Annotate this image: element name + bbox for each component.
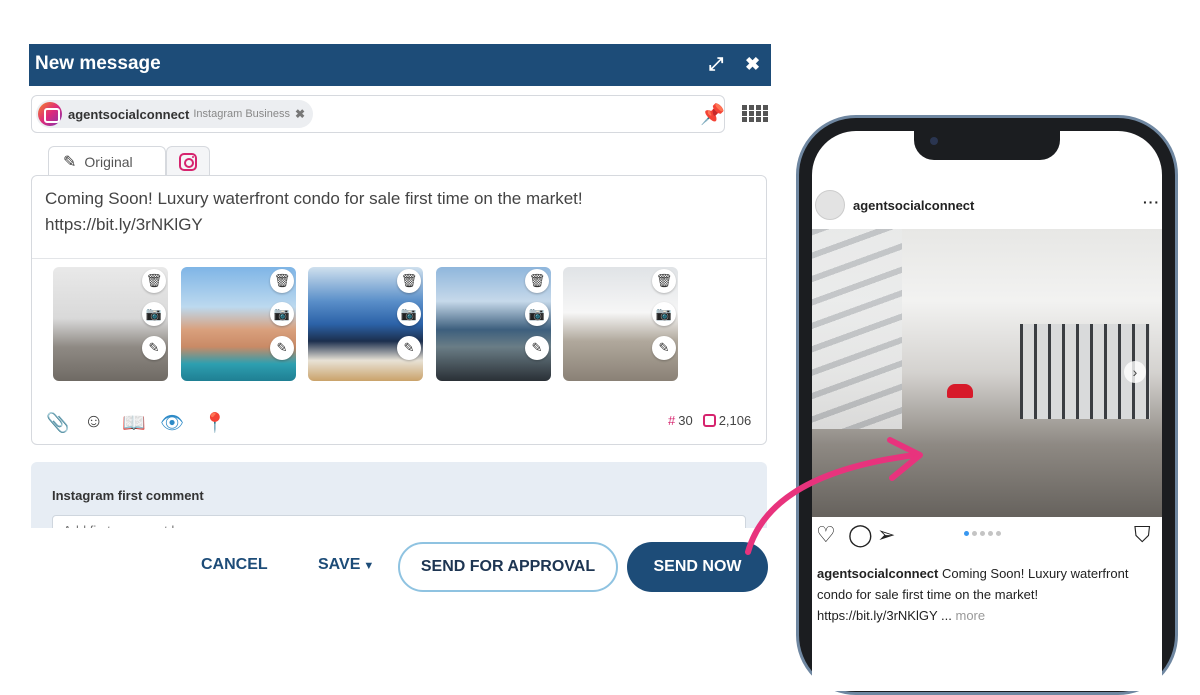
- send-for-approval-button[interactable]: SEND FOR APPROVAL: [398, 542, 618, 592]
- account-chip: agentsocialconnect Instagram Business ✖: [36, 100, 314, 128]
- camera-icon[interactable]: 📷: [142, 302, 166, 326]
- close-icon[interactable]: ✖: [745, 54, 760, 75]
- account-selector[interactable]: agentsocialconnect Instagram Business ✖ …: [31, 95, 725, 133]
- camera-icon[interactable]: 📷: [270, 302, 294, 326]
- edit-icon[interactable]: ✎: [652, 336, 676, 360]
- remove-account-icon[interactable]: ✖: [295, 107, 305, 121]
- delete-icon[interactable]: 🗑: [270, 269, 294, 293]
- delete-icon[interactable]: 🗑: [525, 269, 549, 293]
- edit-icon[interactable]: ✎: [270, 336, 294, 360]
- expand-icon[interactable]: ⤢: [709, 54, 723, 75]
- caption-more: more: [955, 608, 986, 623]
- tab-original[interactable]: ✎ Original: [48, 146, 166, 176]
- camera-icon[interactable]: 📷: [525, 302, 549, 326]
- delete-icon[interactable]: 🗑: [397, 269, 421, 293]
- first-comment-input[interactable]: [52, 515, 746, 528]
- pink-arrow: [745, 437, 923, 555]
- account-type: Instagram Business: [193, 108, 290, 120]
- edit-icon[interactable]: ✎: [142, 336, 166, 360]
- location-pin-icon[interactable]: 📍: [203, 411, 227, 435]
- delete-icon[interactable]: 🗑: [142, 269, 166, 293]
- pencil-icon: ✎: [63, 153, 77, 171]
- caret-down-icon: ▼: [363, 560, 375, 572]
- instagram-icon: [702, 414, 716, 427]
- instagram-icon: [179, 152, 197, 171]
- window-title: New message: [35, 53, 161, 74]
- save-button[interactable]: SAVE ▼: [318, 556, 374, 574]
- carousel-dot: [972, 531, 977, 536]
- phone-camera: [930, 137, 938, 145]
- paperclip-icon[interactable]: 📎: [46, 411, 70, 435]
- delete-icon[interactable]: 🗑: [652, 269, 676, 293]
- book-icon[interactable]: 📖: [122, 411, 146, 435]
- tab-original-label: Original: [84, 153, 133, 170]
- save-label: SAVE: [318, 556, 361, 573]
- cancel-button[interactable]: CANCEL: [201, 556, 268, 574]
- post-stats: # 30 2,106: [668, 413, 751, 428]
- account-name: agentsocialconnect: [68, 106, 190, 122]
- carousel-dot: [964, 531, 969, 536]
- camera-icon[interactable]: 📷: [397, 302, 421, 326]
- character-count: 2,106: [718, 413, 752, 428]
- edit-icon[interactable]: ✎: [397, 336, 421, 360]
- editor-divider: [32, 258, 766, 259]
- hashtag-count: 30: [678, 413, 693, 428]
- preview-username: agentsocialconnect: [853, 198, 975, 213]
- carousel-dot: [988, 531, 993, 536]
- smiley-icon[interactable]: ☺: [84, 411, 103, 433]
- composer-titlebar: New message ⤢ ✖: [29, 44, 771, 86]
- preview-caption: agentsocialconnect Coming Soon! Luxury w…: [817, 563, 1157, 626]
- first-comment-panel: Instagram first comment: [31, 462, 767, 528]
- grid-menu-icon[interactable]: [742, 105, 768, 123]
- message-text[interactable]: Coming Soon! Luxury waterfront condo for…: [45, 186, 605, 238]
- carousel-indicator: [964, 531, 1001, 536]
- tab-instagram[interactable]: [166, 146, 210, 176]
- staircase: [812, 229, 902, 429]
- carousel-dot: [996, 531, 1001, 536]
- account-avatar: [38, 102, 62, 126]
- camera-icon[interactable]: 📷: [652, 302, 676, 326]
- carousel-dot: [980, 531, 985, 536]
- hashtag-icon: #: [668, 413, 676, 428]
- more-options-icon: ···: [1143, 194, 1160, 210]
- red-chair: [947, 384, 973, 398]
- edit-icon[interactable]: ✎: [525, 336, 549, 360]
- pin-icon[interactable]: 📌: [700, 102, 725, 127]
- bookmark-icon: ⛉: [1134, 522, 1151, 547]
- chevron-right-icon: ›: [1124, 361, 1146, 383]
- first-comment-label: Instagram first comment: [52, 488, 204, 503]
- avatar: [815, 190, 845, 220]
- eye-icon[interactable]: 👁: [160, 411, 184, 435]
